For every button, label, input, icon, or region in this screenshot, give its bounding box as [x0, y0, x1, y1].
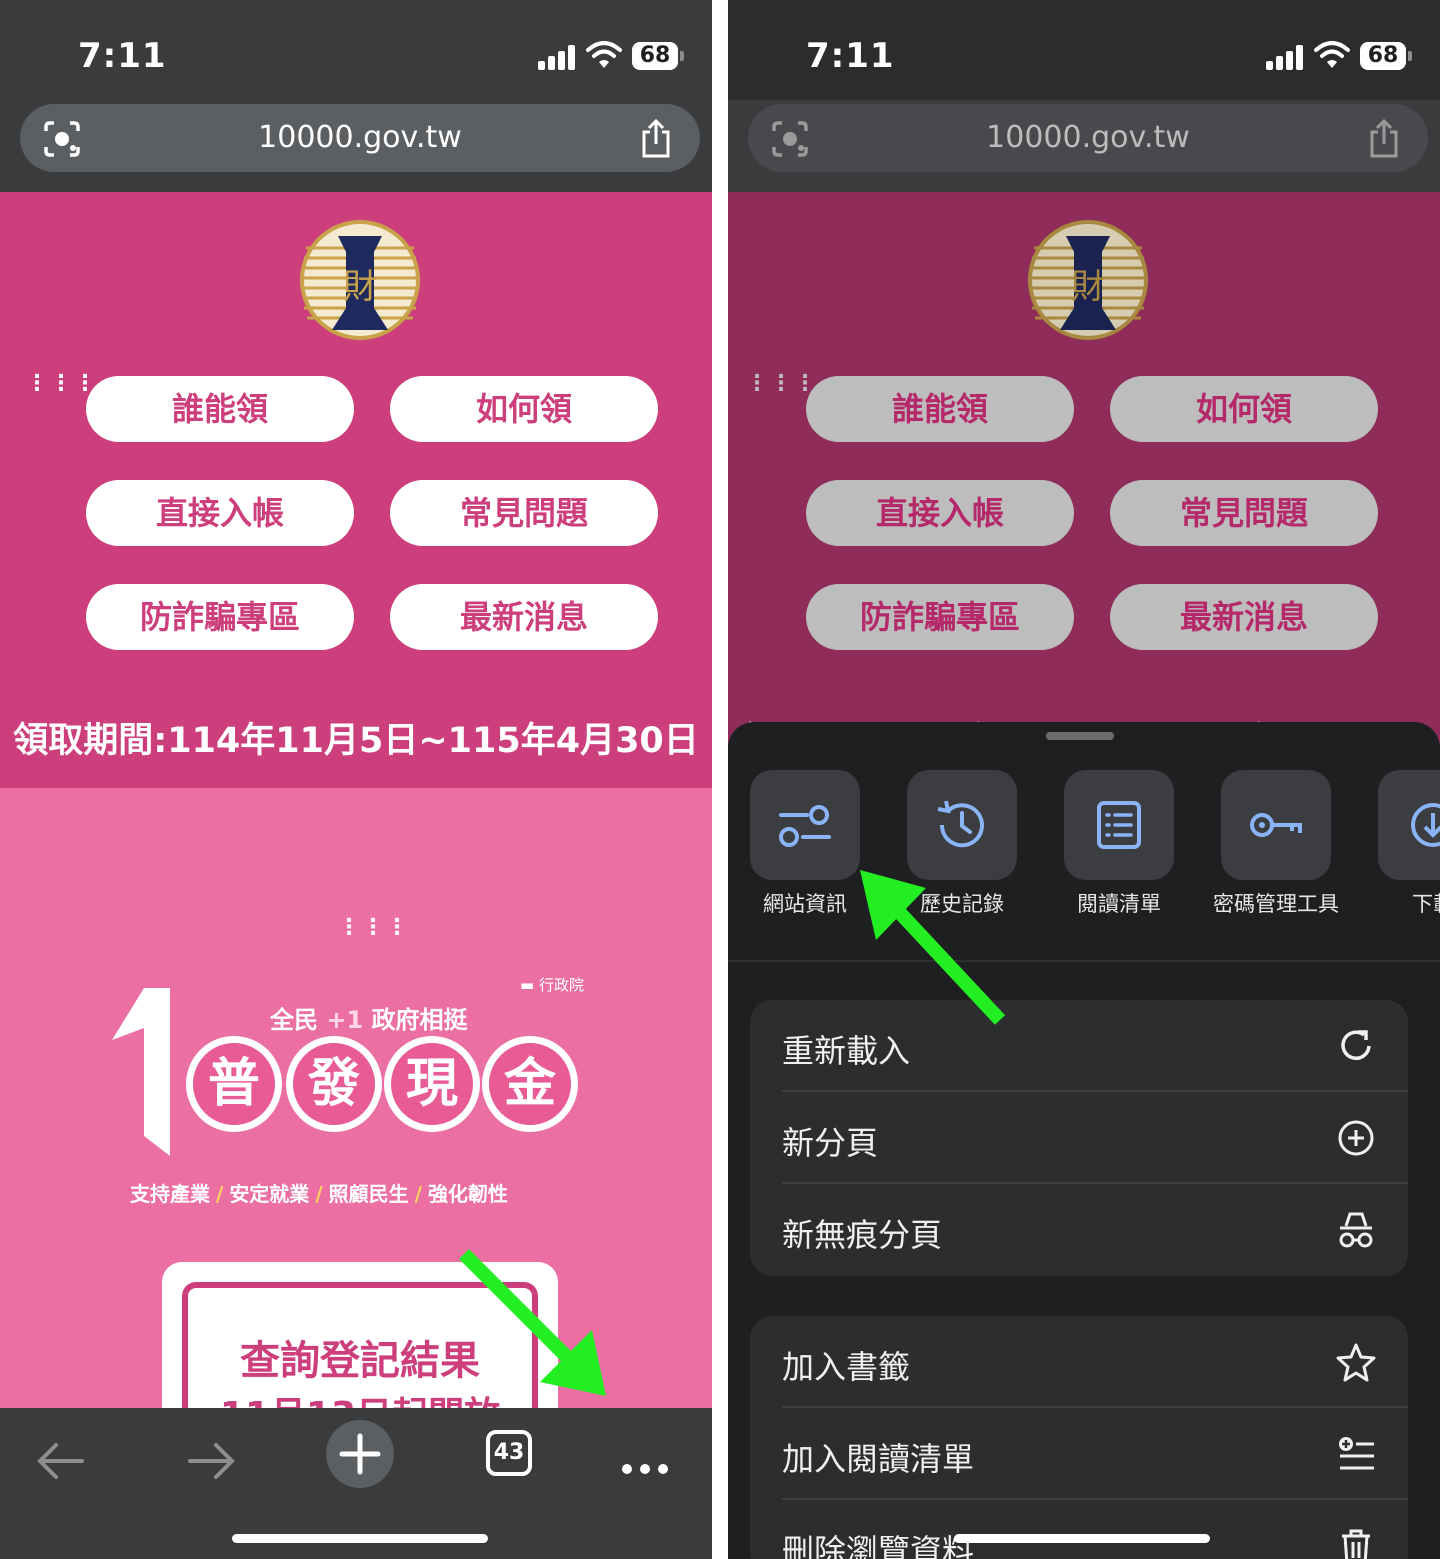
- status-time: 7:11: [806, 36, 895, 76]
- quick-action-history[interactable]: 歷史記錄: [907, 770, 1017, 916]
- banner-coin: 發: [286, 1036, 382, 1132]
- cellular-signal-icon: [538, 44, 578, 70]
- svg-text:財: 財: [343, 267, 377, 307]
- nav-button-anti-fraud[interactable]: 防詐騙專區: [86, 584, 354, 650]
- menu-item-reload[interactable]: 重新載入: [750, 1000, 1408, 1092]
- numeral-one-graphic: [112, 988, 170, 1156]
- ministry-seal-logo: 財: [1028, 220, 1148, 340]
- tune-sliders-icon: [779, 805, 831, 847]
- plus-icon: [339, 1433, 381, 1475]
- home-indicator: [954, 1534, 1210, 1543]
- status-bar: 7:11 68: [728, 0, 1440, 100]
- reload-icon: [1341, 1030, 1371, 1060]
- banner-coin: 普: [186, 1036, 282, 1132]
- quick-action-label: 歷史記錄: [920, 892, 1004, 916]
- quick-action-downloads[interactable]: 下載: [1378, 770, 1440, 916]
- phone-screen-left: 7:11 68 10000.gov.tw 財 ⋮⋮⋮ 誰能領 如何領 直接入帳 …: [0, 0, 712, 1559]
- status-bar: 7:11 68: [0, 0, 712, 100]
- sheet-handle[interactable]: [1046, 732, 1114, 740]
- phone-screen-right: 7:11 68 10000.gov.tw 財 ⋮⋮⋮ 誰能領 如何領 直接入帳 …: [728, 0, 1440, 1559]
- status-time: 7:11: [78, 36, 167, 76]
- drag-grip-icon: ⋮⋮⋮: [338, 915, 410, 940]
- menu-item-clear-browsing-data[interactable]: 刪除瀏覽資料: [750, 1500, 1408, 1559]
- quick-action-label: 密碼管理工具: [1213, 892, 1339, 916]
- menu-group-tabs: 重新載入 新分頁 新無痕分頁: [750, 1000, 1408, 1276]
- banner-coin: 現: [384, 1036, 480, 1132]
- banner-tags: 支持產業 / 安定就業 / 照顧民生 / 強化韌性: [130, 1182, 508, 1206]
- banner-coin: 金: [482, 1036, 578, 1132]
- history-icon: [937, 800, 984, 848]
- nav-button-news[interactable]: 最新消息: [1110, 584, 1378, 650]
- address-bar[interactable]: 10000.gov.tw: [748, 104, 1428, 172]
- wifi-icon: [586, 41, 622, 68]
- forward-arrow-icon[interactable]: [176, 1426, 246, 1496]
- new-tab-button[interactable]: [326, 1420, 394, 1488]
- key-icon: [1250, 813, 1302, 837]
- nav-button-who[interactable]: 誰能領: [86, 376, 354, 442]
- nav-button-faq[interactable]: 常見問題: [1110, 480, 1378, 546]
- address-bar[interactable]: 10000.gov.tw: [20, 104, 700, 172]
- svg-text:財: 財: [1071, 267, 1105, 307]
- incognito-icon: [1339, 1212, 1373, 1248]
- home-indicator: [232, 1534, 488, 1543]
- quick-action-site-info[interactable]: 網站資訊: [750, 770, 860, 916]
- add-to-list-icon: [1339, 1437, 1374, 1470]
- bottom-toolbar: 43: [0, 1408, 712, 1559]
- banner-subtitle: 全民 +1 政府相挺: [270, 1006, 468, 1034]
- nav-button-how[interactable]: 如何領: [390, 376, 658, 442]
- menu-item-new-tab[interactable]: 新分頁: [750, 1092, 1408, 1184]
- divider: [728, 960, 1440, 962]
- star-icon: [1336, 1343, 1376, 1382]
- quick-action-password-manager[interactable]: 密碼管理工具: [1213, 770, 1339, 916]
- drag-grip-icon: ⋮⋮⋮: [26, 371, 98, 396]
- wifi-icon: [1314, 41, 1350, 68]
- share-icon[interactable]: [638, 118, 674, 158]
- battery-indicator: 68: [1360, 42, 1412, 70]
- trash-icon: [1342, 1529, 1370, 1559]
- quick-action-label: 網站資訊: [763, 892, 847, 916]
- url-text: 10000.gov.tw: [258, 120, 462, 155]
- battery-indicator: 68: [632, 42, 684, 70]
- nav-button-who[interactable]: 誰能領: [806, 376, 1074, 442]
- nav-button-anti-fraud[interactable]: 防詐騙專區: [806, 584, 1074, 650]
- nav-button-direct-deposit[interactable]: 直接入帳: [806, 480, 1074, 546]
- plus-circle-icon: [1338, 1120, 1374, 1156]
- executive-yuan-label: ▬ 行政院: [520, 976, 584, 994]
- ministry-seal-logo: 財: [300, 220, 420, 340]
- nav-button-faq[interactable]: 常見問題: [390, 480, 658, 546]
- reading-list-icon: [1097, 801, 1141, 849]
- quick-action-label: 下載: [1412, 892, 1440, 916]
- nav-button-news[interactable]: 最新消息: [390, 584, 658, 650]
- share-icon[interactable]: [1366, 118, 1402, 158]
- nav-button-how[interactable]: 如何領: [1110, 376, 1378, 442]
- menu-item-new-incognito-tab[interactable]: 新無痕分頁: [750, 1184, 1408, 1276]
- menu-item-add-bookmark[interactable]: 加入書籤: [750, 1316, 1408, 1408]
- menu-item-add-reading-list[interactable]: 加入閱讀清單: [750, 1408, 1408, 1500]
- tab-switcher-button[interactable]: 43: [486, 1430, 532, 1476]
- download-icon: [1411, 803, 1440, 847]
- query-title: 查詢登記結果: [240, 1338, 480, 1384]
- nav-button-direct-deposit[interactable]: 直接入帳: [86, 480, 354, 546]
- url-text: 10000.gov.tw: [986, 120, 1190, 155]
- quick-action-label: 閱讀清單: [1077, 892, 1161, 916]
- more-menu-icon[interactable]: [610, 1426, 680, 1496]
- browser-menu-sheet: 網站資訊 歷史記錄 閱讀清單 密碼管理工具 下 重新載入 新分頁 新無痕分頁 加…: [728, 722, 1440, 1559]
- quick-action-reading-list[interactable]: 閱讀清單: [1064, 770, 1174, 916]
- cellular-signal-icon: [1266, 44, 1306, 70]
- menu-group-page: 加入書籤 加入閱讀清單 刪除瀏覽資料: [750, 1316, 1408, 1559]
- drag-grip-icon: ⋮⋮⋮: [746, 371, 818, 396]
- back-arrow-icon[interactable]: [26, 1426, 96, 1496]
- claim-period-text: 領取期間:114年11月5日~115年4月30日: [13, 721, 699, 761]
